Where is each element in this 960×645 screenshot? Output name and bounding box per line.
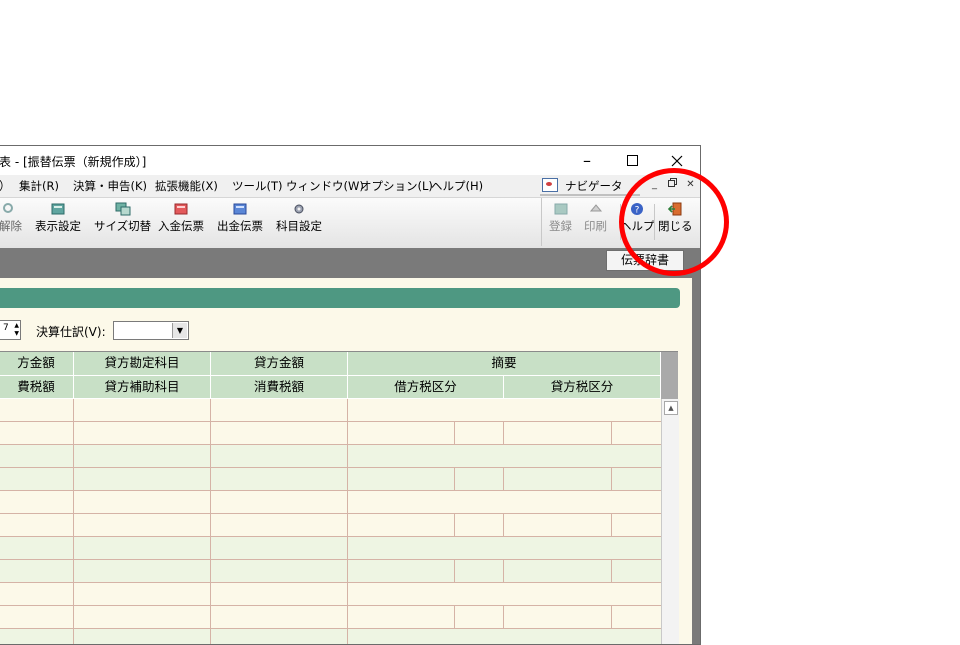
col-header-description[interactable]: 摘要 xyxy=(348,352,661,376)
register-button[interactable]: 登録 xyxy=(549,202,572,234)
toolbar: 解除 表示設定 サイズ切替 入金伝票 出金伝票 科目設定 登録 印刷 ? ヘルプ… xyxy=(0,197,700,249)
payment-slip-button[interactable]: 出金伝票 xyxy=(217,202,263,234)
size-toggle-label: サイズ切替 xyxy=(94,219,152,233)
grid-divider xyxy=(611,514,612,537)
table-row[interactable] xyxy=(0,629,661,644)
display-settings-label: 表示設定 xyxy=(35,219,81,233)
close-icon xyxy=(671,155,683,166)
grid-divider xyxy=(210,399,211,644)
col-header-credit-amount[interactable]: 貸方金額 xyxy=(211,352,348,376)
minimize-button[interactable]: – xyxy=(564,146,610,175)
grid-divider xyxy=(347,399,348,644)
vertical-scrollbar[interactable]: ▲ xyxy=(661,399,679,644)
spinner-arrows-icon[interactable]: ▲ ▼ xyxy=(14,322,19,338)
menu-item-extension[interactable]: 拡張機能(X) xyxy=(155,178,218,194)
grid-divider xyxy=(503,514,504,537)
table-row[interactable] xyxy=(0,468,661,491)
menu-item-aggregate[interactable]: 集計(R) xyxy=(19,178,59,194)
menu-item-window[interactable]: ウィンドウ(W) xyxy=(286,178,364,194)
payment-slip-icon xyxy=(233,203,247,215)
section-header-bar xyxy=(0,288,680,308)
menu-item-options[interactable]: オプション(L) xyxy=(360,178,433,194)
col-header-credit-account[interactable]: 貸方勘定科目 xyxy=(74,352,211,376)
table-row[interactable] xyxy=(0,537,661,560)
menu-item-settlement[interactable]: 決算・申告(K) xyxy=(73,178,147,194)
table-row[interactable] xyxy=(0,583,661,606)
table-row[interactable] xyxy=(0,491,661,514)
receipt-slip-label: 入金伝票 xyxy=(158,219,204,233)
display-settings-button[interactable]: 表示設定 xyxy=(35,202,81,234)
col-header-debit-amount[interactable]: 方金額 xyxy=(0,352,74,376)
number-spinner[interactable]: 7 ▲ ▼ xyxy=(0,320,21,340)
right-border-strip xyxy=(692,248,700,644)
col-header-consumption-tax[interactable]: 消費税額 xyxy=(211,376,348,399)
grid-divider xyxy=(454,606,455,629)
col-header-credit-sub-account[interactable]: 貸方補助科目 xyxy=(74,376,211,399)
receipt-slip-icon xyxy=(174,203,188,215)
window-title: 表 - [振替伝票（新規作成）] xyxy=(0,155,147,169)
journal-grid: 方金額 貸方勘定科目 貸方金額 摘要 費税額 貸方補助科目 消費税額 借方税区分… xyxy=(0,351,679,644)
highlight-circle xyxy=(619,168,729,276)
grid-corner xyxy=(661,352,678,399)
maximize-icon xyxy=(626,155,638,166)
grid-divider xyxy=(503,422,504,445)
col-header-credit-tax-class[interactable]: 貸方税区分 xyxy=(504,376,661,399)
menu-item-partial[interactable]: ） xyxy=(0,178,11,194)
navigator-label: ナビゲータ xyxy=(565,179,623,193)
size-toggle-button[interactable]: サイズ切替 xyxy=(94,202,151,234)
title-bar: 表 - [振替伝票（新規作成）] – xyxy=(0,146,700,175)
grid-divider xyxy=(611,560,612,583)
account-settings-button[interactable]: 科目設定 xyxy=(276,202,322,234)
account-settings-icon xyxy=(294,204,304,214)
table-row[interactable] xyxy=(0,422,661,445)
grid-divider xyxy=(454,422,455,445)
table-row[interactable] xyxy=(0,560,661,583)
col-header-tax-amount[interactable]: 費税額 xyxy=(0,376,74,399)
form-area: 7 ▲ ▼ 決算仕訳(V): ▼ 方金額 貸方勘定科目 貸方金額 摘要 費税額 貸… xyxy=(0,278,692,644)
menu-item-tools[interactable]: ツール(T) xyxy=(232,178,283,194)
account-settings-label: 科目設定 xyxy=(276,219,322,233)
grid-divider xyxy=(611,422,612,445)
receipt-slip-button[interactable]: 入金伝票 xyxy=(158,202,204,234)
table-row[interactable] xyxy=(0,399,661,422)
grid-divider xyxy=(454,514,455,537)
app-window: 表 - [振替伝票（新規作成）] – ） 集計(R) 決算・申告(K) 拡張機能… xyxy=(0,145,701,645)
print-button[interactable]: 印刷 xyxy=(584,202,607,234)
grid-divider xyxy=(503,468,504,491)
release-label: 解除 xyxy=(0,219,22,233)
table-row[interactable] xyxy=(0,445,661,468)
settlement-entry-label: 決算仕訳(V): xyxy=(36,325,106,339)
grid-divider xyxy=(611,606,612,629)
scroll-up-icon[interactable]: ▲ xyxy=(664,401,678,415)
maximize-button[interactable] xyxy=(609,146,655,175)
print-label: 印刷 xyxy=(584,219,607,233)
print-icon xyxy=(589,204,602,212)
settlement-entry-select[interactable]: ▼ xyxy=(113,321,189,340)
grid-divider xyxy=(611,468,612,491)
grid-divider xyxy=(454,468,455,491)
chevron-down-icon[interactable]: ▼ xyxy=(172,323,187,338)
register-icon xyxy=(554,203,567,215)
navigator-button[interactable]: ナビゲータ xyxy=(540,175,640,196)
table-row[interactable] xyxy=(0,514,661,537)
menu-bar: ） 集計(R) 決算・申告(K) 拡張機能(X) ツール(T) ウィンドウ(W)… xyxy=(0,175,700,196)
navigator-icon xyxy=(542,178,558,192)
header-strip xyxy=(0,248,700,278)
menu-item-help[interactable]: ヘルプ(H) xyxy=(431,178,483,194)
size-toggle-icon xyxy=(115,202,131,216)
grid-divider xyxy=(73,399,74,644)
release-button[interactable]: 解除 xyxy=(0,202,22,234)
display-settings-icon xyxy=(51,203,65,215)
col-header-debit-tax-class[interactable]: 借方税区分 xyxy=(348,376,504,399)
release-icon xyxy=(2,203,13,213)
grid-divider xyxy=(454,560,455,583)
spinner-value: 7 xyxy=(3,323,9,333)
grid-divider xyxy=(503,606,504,629)
payment-slip-label: 出金伝票 xyxy=(217,219,263,233)
grid-divider xyxy=(503,560,504,583)
table-row[interactable] xyxy=(0,606,661,629)
register-label: 登録 xyxy=(549,219,572,233)
